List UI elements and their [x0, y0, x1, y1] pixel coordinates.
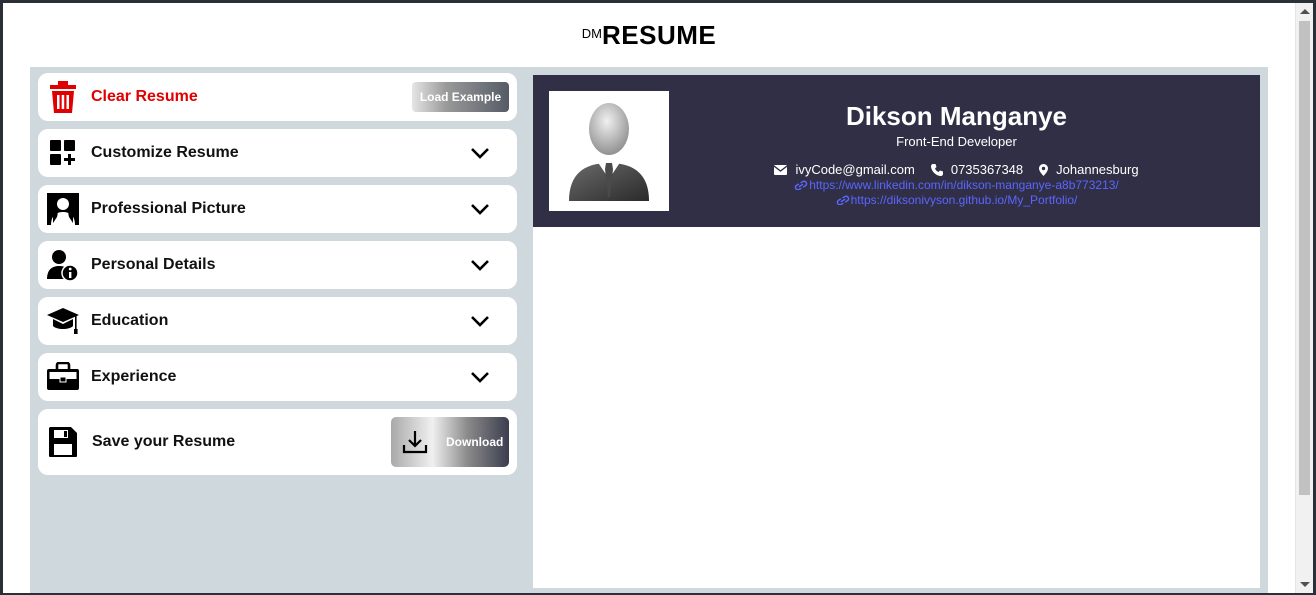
clear-resume-card[interactable]: Clear Resume Load Example [38, 73, 517, 121]
scroll-down-arrow-icon[interactable] [1300, 582, 1310, 587]
link-icon [794, 180, 808, 190]
location-text: Johannesburg [1056, 162, 1139, 177]
chevron-down-icon[interactable] [469, 254, 491, 276]
location-pin-icon [1039, 163, 1049, 176]
app-logo: DM RESUME [582, 20, 716, 51]
email-text: ivyCode@gmail.com [795, 162, 915, 177]
person-role: Front-End Developer [896, 134, 1017, 149]
profile-photo [549, 91, 669, 211]
resume-preview: Dikson Manganye Front-End Developer ivyC… [533, 75, 1260, 588]
resume-header-info: Dikson Manganye Front-End Developer ivyC… [713, 75, 1200, 207]
customize-icon [46, 136, 80, 170]
phone-text: 0735367348 [950, 162, 1024, 177]
person-info-icon [46, 248, 80, 282]
logo-prefix: DM [581, 25, 602, 41]
save-resume-label: Save your Resume [92, 433, 236, 450]
section-label: Customize Resume [91, 144, 239, 161]
chevron-down-icon[interactable] [469, 198, 491, 220]
contact-phone: 0735367348 [930, 162, 1024, 177]
chevron-down-icon[interactable] [469, 366, 491, 388]
vertical-scrollbar[interactable] [1295, 3, 1313, 593]
floppy-disk-icon [46, 425, 80, 459]
load-example-button[interactable]: Load Example [412, 82, 509, 112]
download-label: Download [446, 435, 504, 449]
chevron-down-icon[interactable] [469, 142, 491, 164]
scroll-thumb[interactable] [1299, 21, 1310, 495]
envelope-icon [774, 164, 788, 175]
browser-window: DM RESUME Clear Resume Load Example Cust… [3, 3, 1313, 593]
link-icon [836, 195, 849, 205]
portrait-icon [46, 192, 80, 226]
section-professional-picture[interactable]: Professional Picture [38, 185, 517, 233]
section-personal-details[interactable]: Personal Details [38, 241, 517, 289]
phone-icon [930, 163, 943, 176]
person-name: Dikson Manganye [845, 101, 1068, 131]
contact-row: ivyCode@gmail.com 0735367348 Johannesbur… [713, 162, 1200, 177]
section-label: Professional Picture [91, 200, 246, 217]
scroll-up-arrow-icon[interactable] [1300, 9, 1310, 14]
briefcase-icon [46, 360, 80, 394]
linkedin-link[interactable]: https://www.linkedin.com/in/dikson-manga… [713, 178, 1200, 192]
download-button[interactable]: Download [391, 417, 509, 467]
download-icon [402, 431, 428, 454]
section-label: Experience [91, 368, 177, 385]
linkedin-url[interactable]: https://www.linkedin.com/in/dikson-manga… [809, 178, 1119, 192]
section-education[interactable]: Education [38, 297, 517, 345]
trash-icon[interactable] [46, 80, 80, 114]
section-experience[interactable]: Experience [38, 353, 517, 401]
portfolio-url[interactable]: https://diksonivyson.github.io/My_Portfo… [851, 193, 1078, 207]
section-label: Personal Details [91, 256, 216, 273]
contact-email: ivyCode@gmail.com [774, 162, 915, 177]
chevron-down-icon[interactable] [469, 310, 491, 332]
app-header: DM RESUME [3, 3, 1295, 67]
section-label: Education [91, 312, 169, 329]
main-area: Clear Resume Load Example Customize Resu… [30, 67, 1268, 593]
graduation-cap-icon [46, 304, 80, 338]
save-resume-card: Save your Resume Download [38, 409, 517, 475]
resume-header: Dikson Manganye Front-End Developer ivyC… [533, 75, 1260, 227]
clear-resume-label: Clear Resume [91, 88, 198, 105]
portfolio-link[interactable]: https://diksonivyson.github.io/My_Portfo… [713, 193, 1200, 207]
contact-location: Johannesburg [1039, 162, 1139, 177]
section-customize-resume[interactable]: Customize Resume [38, 129, 517, 177]
logo-title: RESUME [601, 19, 717, 50]
